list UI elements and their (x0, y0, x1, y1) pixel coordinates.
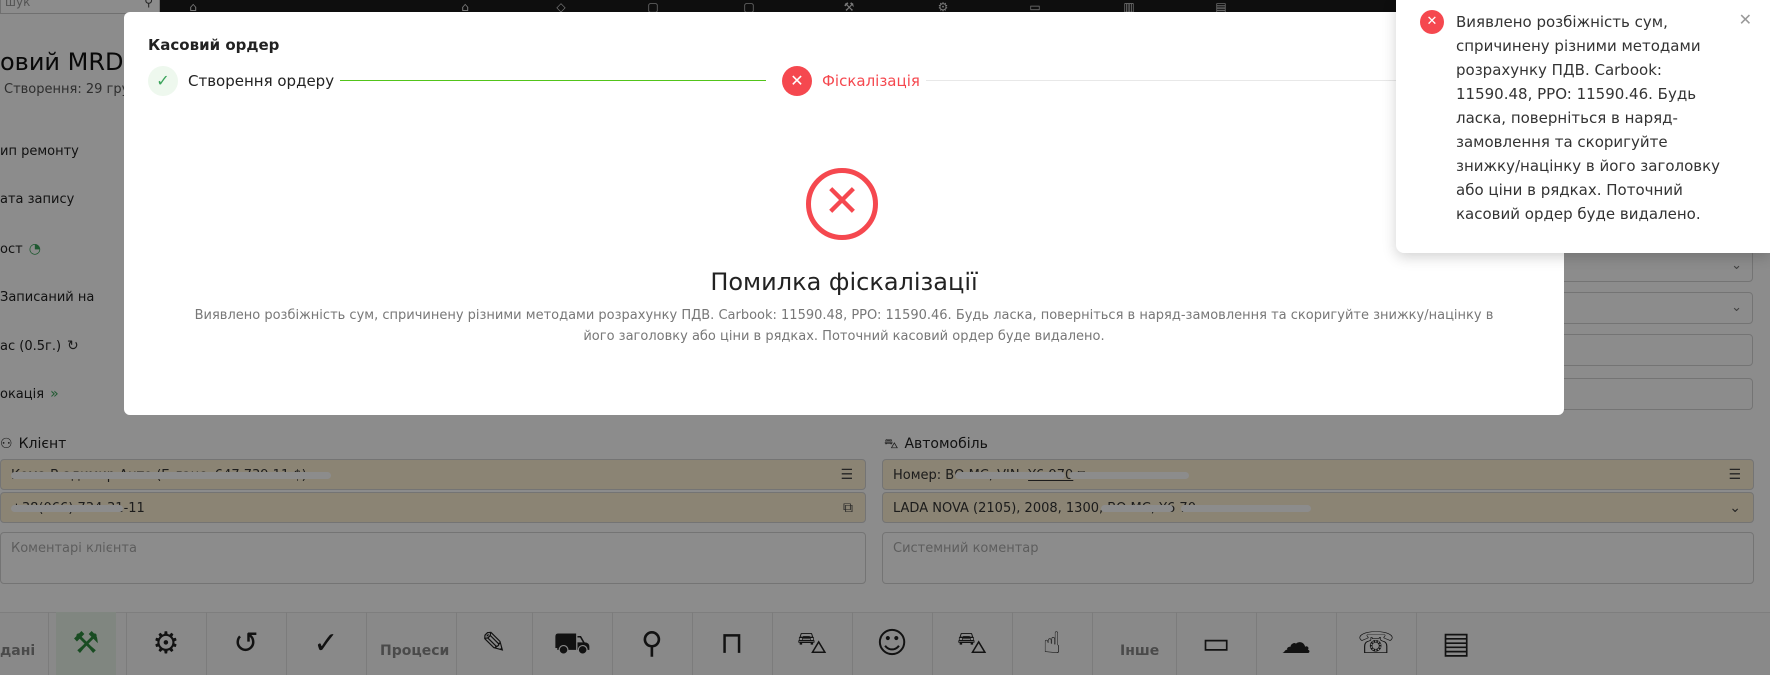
step-create-order-label: Створення ордеру (188, 72, 335, 90)
notification-close-icon[interactable]: ✕ (1739, 10, 1752, 29)
result-title: Помилка фіскалізації (710, 268, 978, 296)
close-icon: ✕ (782, 66, 812, 96)
notification-message: Виявлено розбіжність сум, спричинену різ… (1456, 13, 1721, 223)
step-connector-done (340, 80, 766, 81)
step-connector-pending (926, 80, 1396, 81)
error-result-icon: ✕ (806, 168, 878, 240)
result-description: Виявлено розбіжність сум, спричинену різ… (194, 308, 1494, 344)
check-icon: ✓ (148, 66, 178, 96)
cash-order-modal: Касовий ордер ✓ Створення ордеру ✕ Фіска… (124, 12, 1564, 415)
close-circle-icon: ✕ (1420, 10, 1444, 34)
step-fiscalization-label: Фіскалізація (822, 72, 920, 90)
error-notification: ✕ Виявлено розбіжність сум, спричинену р… (1396, 0, 1770, 253)
modal-title: Касовий ордер (148, 36, 280, 54)
